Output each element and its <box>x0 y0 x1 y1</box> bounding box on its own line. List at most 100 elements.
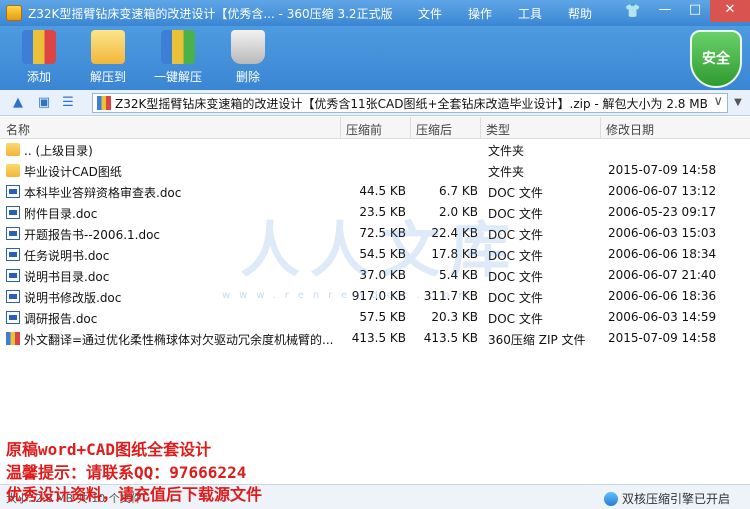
file-row[interactable]: 附件目录.doc 23.5 KB 2.0 KB DOC 文件 2006-05-23 09… <box>0 202 750 223</box>
file-size: 54.5 KB <box>359 247 406 261</box>
delete-label: 删除 <box>235 70 260 84</box>
file-name: 任务说明书.doc <box>24 249 110 263</box>
one-click-extract-label: 一键解压 <box>153 70 202 84</box>
file-date: 2006-06-07 21:40 <box>608 268 717 282</box>
menu-bar: 文件 操作 工具 帮助 <box>418 0 618 26</box>
file-row[interactable]: 说明书目录.doc 37.0 KB 5.4 KB DOC 文件 2006-06-07 2… <box>0 265 750 286</box>
file-size: 57.5 KB <box>359 310 406 324</box>
file-packed-size: 5.4 KB <box>439 268 478 282</box>
doc-file-icon <box>6 185 20 198</box>
file-date: 2006-06-07 13:12 <box>608 184 717 198</box>
file-row[interactable]: 任务说明书.doc 54.5 KB 17.8 KB DOC 文件 2006-06-06 … <box>0 244 750 265</box>
file-type: 文件夹 <box>488 144 525 158</box>
watermark-url: www.renrendoc.com <box>222 290 478 301</box>
address-bar: ▲ ▣ ☰ Z32K型摇臂钻床变速箱的改进设计【优秀含11张CAD图纸+全套钻床… <box>0 90 750 116</box>
file-type: DOC 文件 <box>488 228 543 242</box>
one-click-extract-button[interactable]: 一键解压 <box>148 30 208 85</box>
file-name: 附件目录.doc <box>24 207 98 221</box>
file-row[interactable]: .. (上级目录) 文件夹 <box>0 139 750 160</box>
menu-operation[interactable]: 操作 <box>468 5 492 22</box>
file-size: 44.5 KB <box>359 184 406 198</box>
file-date: 2006-06-03 14:59 <box>608 310 717 324</box>
file-name: 调研报告.doc <box>24 312 98 326</box>
toolbar: 添加 解压到 一键解压 删除 安全 <box>0 26 750 90</box>
up-arrow-icon[interactable]: ▲ <box>10 95 26 111</box>
file-type: DOC 文件 <box>488 312 543 326</box>
zip-file-icon <box>97 96 111 110</box>
file-row[interactable]: 毕业设计CAD图纸 文件夹 2015-07-09 14:58 <box>0 160 750 181</box>
add-label: 添加 <box>26 70 51 84</box>
file-type: DOC 文件 <box>488 291 543 305</box>
file-date: 2006-05-23 09:17 <box>608 205 717 219</box>
path-field[interactable]: Z32K型摇臂钻床变速箱的改进设计【优秀含11张CAD图纸+全套钻床改造毕业设计… <box>92 93 728 113</box>
skin-icon[interactable]: 👕 <box>624 4 642 20</box>
file-packed-size: 2.0 KB <box>439 205 478 219</box>
path-text: Z32K型摇臂钻床变速箱的改进设计【优秀含11张CAD图纸+全套钻床改造毕业设计… <box>115 96 708 111</box>
folder-icon <box>6 143 20 156</box>
file-type: 文件夹 <box>488 165 525 179</box>
file-row[interactable]: 外文翻译=通过优化柔性椭球体对欠驱动冗余度机械臂的... 413.5 KB 413.… <box>0 328 750 349</box>
col-name[interactable]: 名称 <box>6 121 30 138</box>
file-date: 2006-06-06 18:36 <box>608 289 717 303</box>
menu-file[interactable]: 文件 <box>418 5 442 22</box>
extract-to-button[interactable]: 解压到 <box>78 30 138 85</box>
file-size: 72.5 KB <box>359 226 406 240</box>
delete-button[interactable]: 删除 <box>218 30 278 85</box>
add-button[interactable]: 添加 <box>9 30 69 85</box>
file-type: DOC 文件 <box>488 186 543 200</box>
title-bar: Z32K型摇臂钻床变速箱的改进设计【优秀含... - 360压缩 3.2正式版 … <box>0 0 750 26</box>
column-header: 名称 压缩前 压缩后 类型 修改日期 <box>0 117 750 139</box>
file-packed-size: 6.7 KB <box>439 184 478 198</box>
menu-help[interactable]: 帮助 <box>568 5 592 22</box>
extract-to-icon <box>91 30 125 64</box>
promo-line-3: 优秀设计资料，请充值后下载源文件 <box>6 485 263 504</box>
file-date: 2015-07-09 14:58 <box>608 331 717 345</box>
file-row[interactable]: 本科毕业答辩资格审查表.doc 44.5 KB 6.7 KB DOC 文件 2006-0… <box>0 181 750 202</box>
file-size: 413.5 KB <box>351 331 406 345</box>
one-click-extract-icon <box>161 30 195 64</box>
view-list-icon[interactable]: ☰ <box>60 95 76 111</box>
folder-icon <box>6 164 20 177</box>
col-size[interactable]: 压缩前 <box>346 121 382 138</box>
col-divider[interactable] <box>480 117 481 139</box>
doc-file-icon <box>6 290 20 303</box>
view-icons-icon[interactable]: ▣ <box>36 95 52 111</box>
file-date: 2015-07-09 14:58 <box>608 163 717 177</box>
file-date: 2006-06-06 18:34 <box>608 247 717 261</box>
file-name: 毕业设计CAD图纸 <box>24 165 122 179</box>
doc-file-icon <box>6 311 20 324</box>
col-packed-size[interactable]: 压缩后 <box>416 121 452 138</box>
file-name: 说明书目录.doc <box>24 270 110 284</box>
engine-status[interactable]: 双核压缩引擎已开启 <box>603 490 730 507</box>
minimize-button[interactable]: — <box>650 0 680 22</box>
doc-file-icon <box>6 269 20 282</box>
maximize-button[interactable]: □ <box>680 0 710 22</box>
doc-file-icon <box>6 248 20 261</box>
col-modified[interactable]: 修改日期 <box>606 121 654 138</box>
security-shield-icon[interactable]: 安全 <box>690 30 742 88</box>
col-divider[interactable] <box>340 117 341 139</box>
menu-tools[interactable]: 工具 <box>518 5 542 22</box>
path-dropdown-button[interactable]: ▼ <box>730 95 746 111</box>
doc-file-icon <box>6 206 20 219</box>
file-type: DOC 文件 <box>488 249 543 263</box>
file-type: DOC 文件 <box>488 270 543 284</box>
extract-to-label: 解压到 <box>89 70 126 84</box>
file-packed-size: 20.3 KB <box>431 310 478 324</box>
app-icon <box>6 5 22 21</box>
col-divider[interactable] <box>600 117 601 139</box>
add-archive-icon <box>22 30 56 64</box>
file-packed-size: 17.8 KB <box>431 247 478 261</box>
file-size: 23.5 KB <box>359 205 406 219</box>
file-packed-size: 413.5 KB <box>423 331 478 345</box>
file-row[interactable]: 调研报告.doc 57.5 KB 20.3 KB DOC 文件 2006-06-03 1… <box>0 307 750 328</box>
promo-line-2: 温馨提示：请联系QQ：97666224 <box>6 463 247 482</box>
file-name: 本科毕业答辩资格审查表.doc <box>24 186 182 200</box>
col-type[interactable]: 类型 <box>486 121 510 138</box>
chevron-down-icon[interactable]: ∨ <box>713 94 723 109</box>
col-divider[interactable] <box>410 117 411 139</box>
close-button[interactable]: ✕ <box>710 0 750 22</box>
file-row[interactable]: 开题报告书--2006.1.doc 72.5 KB 22.4 KB DOC 文件 200… <box>0 223 750 244</box>
file-packed-size: 22.4 KB <box>431 226 478 240</box>
file-type: DOC 文件 <box>488 207 543 221</box>
